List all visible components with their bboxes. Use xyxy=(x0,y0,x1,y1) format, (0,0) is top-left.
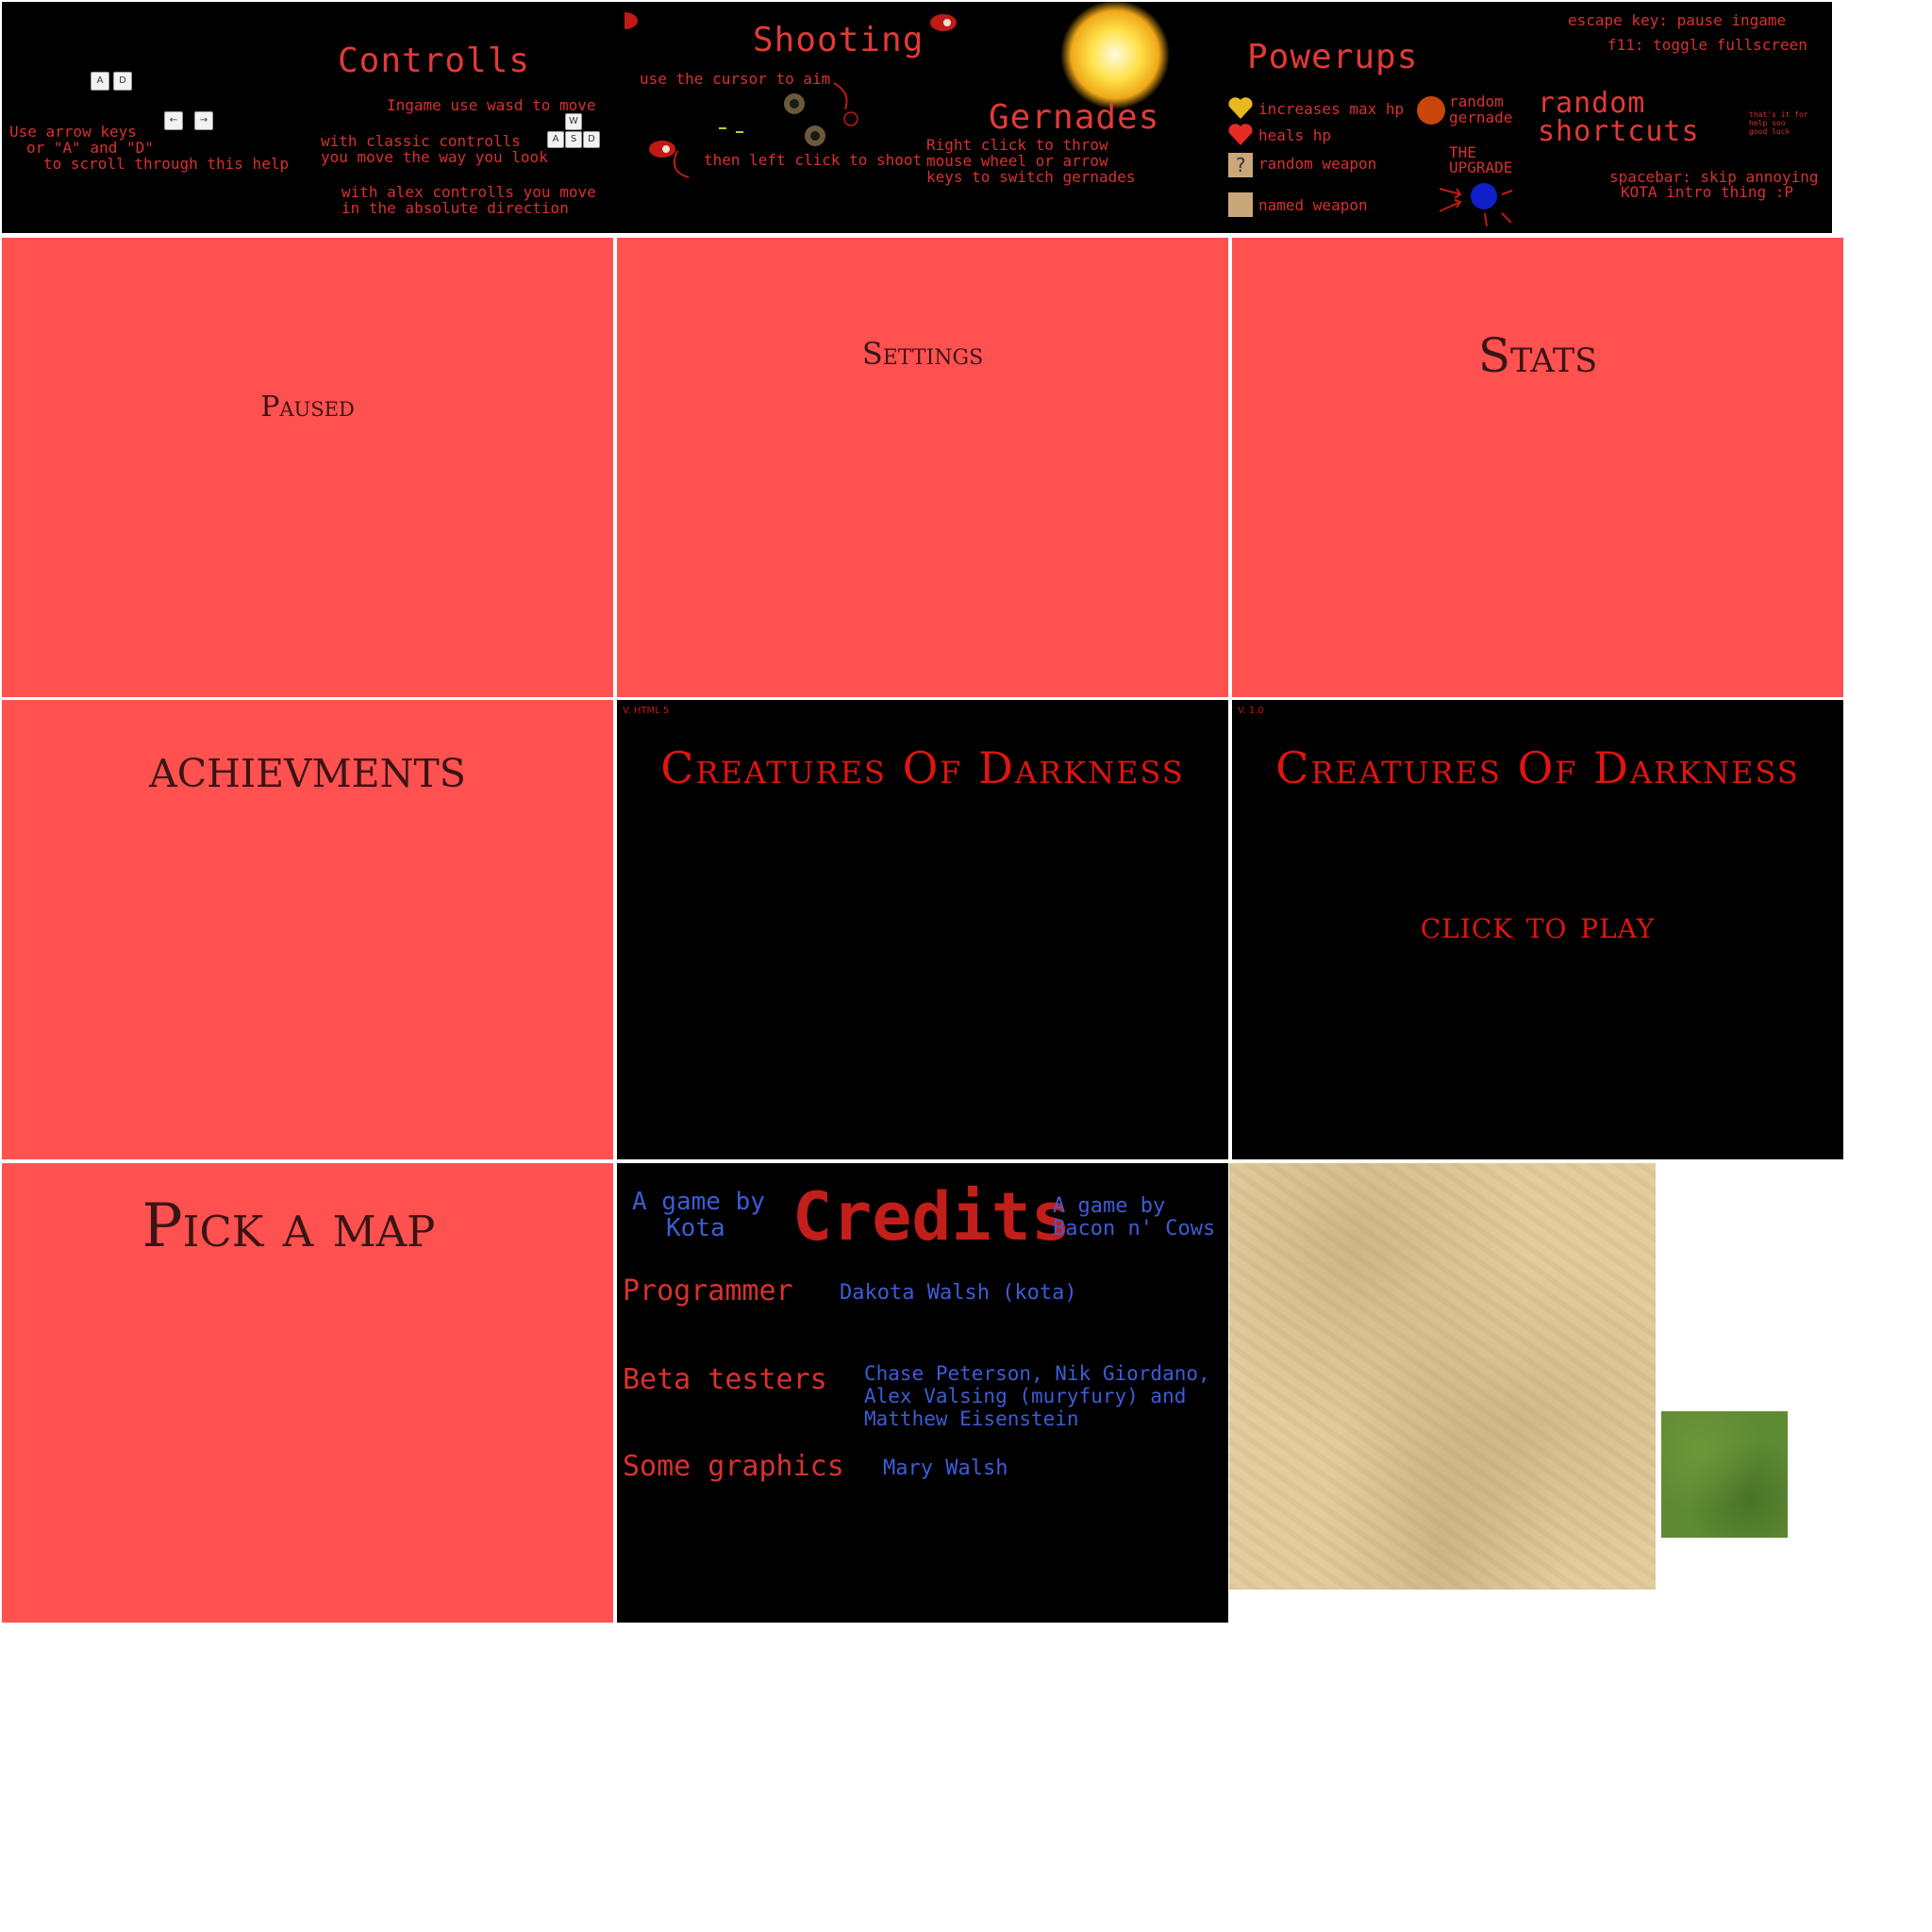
credits-programmer-label: Programmer xyxy=(623,1274,793,1307)
credits-byline-left-1: A game by xyxy=(632,1188,765,1216)
powerup-named-weapon: named weapon xyxy=(1258,196,1368,214)
help-banner: A D ← → Use arrow keys or "A" and "D" to… xyxy=(2,2,1832,233)
scroll-help-line3: to scroll through this help xyxy=(43,155,290,173)
credits-byline-right-2: Bacon n' Cows xyxy=(1053,1217,1216,1241)
shooting-illustration-icon xyxy=(625,12,858,178)
key-d-icon: D xyxy=(113,72,132,91)
grenade-orb-icon xyxy=(1417,96,1445,125)
version-label: V. 1.0 xyxy=(1238,706,1264,716)
credits-beta-line2: Alex Valsing (muryfury) and xyxy=(864,1385,1187,1407)
paused-title: Paused xyxy=(260,391,355,424)
credits-beta-line1: Chase Peterson, Nik Giordano, xyxy=(864,1362,1210,1385)
key-wasd-d-icon: D xyxy=(583,131,600,148)
pick-map-screen: Pick a map xyxy=(2,1163,613,1623)
credits-beta-label: Beta testers xyxy=(623,1363,827,1396)
shortcuts-heading-2: shortcuts xyxy=(1538,115,1700,148)
red-heart-icon xyxy=(1228,124,1253,145)
title-screen-main: V. 1.0 Creatures Of Darkness click to pl… xyxy=(1232,700,1843,1159)
version-label: V. HTML 5 xyxy=(623,706,670,716)
controls-heading: Controlls xyxy=(338,42,531,80)
shortcuts-heading-1: random xyxy=(1538,87,1646,120)
grass-texture xyxy=(1661,1411,1788,1538)
grenades-heading: Gernades xyxy=(989,98,1160,137)
credits-programmer-name: Dakota Walsh (kota) xyxy=(840,1281,1077,1305)
key-a-icon: A xyxy=(91,72,109,91)
shooter-top-icon xyxy=(930,14,957,31)
powerup-max-hp: increases max hp xyxy=(1258,100,1405,118)
credits-title: Credits xyxy=(792,1178,1072,1256)
credits-graphics-name: Mary Walsh xyxy=(883,1457,1008,1480)
settings-title: Settings xyxy=(861,336,984,372)
powerups-heading: Powerups xyxy=(1247,38,1419,76)
credits-byline-left-2: Kota xyxy=(666,1214,725,1242)
credits-screen: A game by Kota Credits A game by Bacon n… xyxy=(617,1163,1228,1623)
key-wasd-a-icon: A xyxy=(547,131,564,148)
key-s-icon: S xyxy=(565,131,582,148)
stats-title: Stats xyxy=(1477,328,1598,383)
upgrade-orb-icon xyxy=(1439,183,1513,227)
controls-classic-2: you move the way you look xyxy=(321,148,548,166)
controls-ingame: Ingame use wasd to move xyxy=(387,96,596,114)
game-title: Creatures Of Darkness xyxy=(1275,742,1800,793)
shortcut-escape: escape key: pause ingame xyxy=(1568,11,1787,29)
controls-alex-2: in the absolute direction xyxy=(341,199,569,217)
credits-byline-right-1: A game by xyxy=(1053,1194,1166,1218)
shortcut-f11: f11: toggle fullscreen xyxy=(1607,36,1807,54)
shortcut-spacebar-2: KOTA intro thing :P xyxy=(1621,183,1794,201)
powerup-random-gernade-2: gernade xyxy=(1449,108,1513,126)
powerup-heals: heals hp xyxy=(1258,126,1332,144)
pick-map-title: Pick a map xyxy=(142,1191,436,1261)
game-title: Creatures Of Darkness xyxy=(660,742,1185,793)
title-screen-html5: V. HTML 5 Creatures Of Darkness xyxy=(617,700,1228,1159)
weapon-crate-icon xyxy=(1228,192,1253,217)
click-to-play-button[interactable]: click to play xyxy=(1232,904,1843,947)
grenades-line3: keys to switch gernades xyxy=(926,168,1136,186)
achievements-screen: achievments xyxy=(2,700,613,1159)
question-box-icon: ? xyxy=(1228,153,1253,177)
credits-graphics-label: Some graphics xyxy=(623,1450,844,1483)
settings-screen: Settings xyxy=(617,238,1228,697)
key-left-icon: ← xyxy=(164,111,183,130)
powerup-random-weapon: random weapon xyxy=(1258,155,1377,173)
key-w-icon: W xyxy=(565,113,582,130)
paused-screen: Paused xyxy=(2,238,613,697)
credits-beta-line3: Matthew Eisenstein xyxy=(864,1407,1079,1430)
achievements-title: achievments xyxy=(149,736,466,800)
key-right-icon: → xyxy=(194,111,213,130)
sand-texture xyxy=(1229,1163,1656,1590)
stats-screen: Stats xyxy=(1232,238,1843,697)
gold-heart-icon xyxy=(1228,97,1253,119)
shortcut-tiny-3: good luck xyxy=(1749,127,1790,136)
